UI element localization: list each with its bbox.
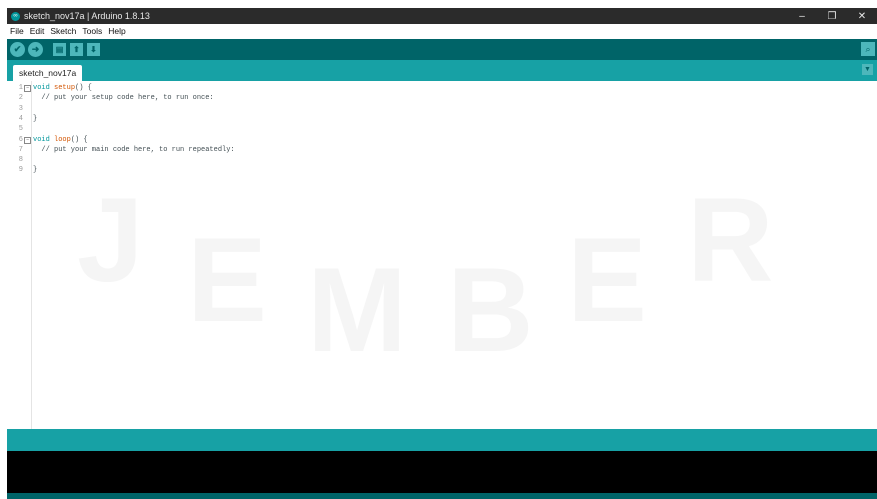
arrow-up-icon: ⬆ xyxy=(73,45,80,54)
watermark-letter: J xyxy=(77,171,144,309)
line-number: 3 xyxy=(18,104,23,113)
open-button[interactable]: ⬆ xyxy=(70,43,83,56)
close-button[interactable]: ✕ xyxy=(847,11,877,22)
watermark-letter: R xyxy=(687,171,774,309)
watermark: J E M B E R xyxy=(47,111,847,431)
code-text: } xyxy=(33,166,38,175)
menu-edit[interactable]: Edit xyxy=(27,26,48,36)
tab-sketch[interactable]: sketch_nov17a xyxy=(13,65,83,81)
line-number: 5 xyxy=(18,125,23,134)
watermark-letter: E xyxy=(567,211,647,349)
restore-button[interactable]: ❐ xyxy=(817,11,847,22)
triangle-down-icon: ▼ xyxy=(864,66,871,73)
console-output xyxy=(7,451,877,493)
arrow-down-icon: ⬇ xyxy=(90,45,97,54)
save-button[interactable]: ⬇ xyxy=(87,43,100,56)
line-number: 1 xyxy=(18,84,23,92)
fold-toggle-icon[interactable]: − xyxy=(24,136,31,144)
code-text: // put your setup code here, to run once… xyxy=(33,94,214,103)
tab-bar: sketch_nov17a ▼ xyxy=(7,60,877,81)
menu-help[interactable]: Help xyxy=(105,26,128,36)
line-number: 2 xyxy=(18,94,23,103)
code-text: // put your main code here, to run repea… xyxy=(33,145,235,154)
verify-button[interactable]: ✔ xyxy=(10,42,25,57)
serial-monitor-button[interactable]: ⌕ xyxy=(861,42,875,56)
toolbar: ✔ ➜ ▤ ⬆ ⬇ ⌕ xyxy=(7,39,877,60)
status-bar xyxy=(7,429,877,451)
code-text: } xyxy=(33,114,38,123)
footer-bar xyxy=(7,493,877,499)
new-file-icon: ▤ xyxy=(55,45,64,54)
line-number: 4 xyxy=(18,114,23,123)
window-title: sketch_nov17a | Arduino 1.8.13 xyxy=(24,11,150,21)
minimize-button[interactable]: – xyxy=(787,11,817,22)
line-number: 6 xyxy=(18,135,23,144)
new-button[interactable]: ▤ xyxy=(53,43,66,56)
menu-sketch[interactable]: Sketch xyxy=(47,26,79,36)
watermark-letter: E xyxy=(187,211,267,349)
line-number: 8 xyxy=(18,156,23,165)
line-number: 7 xyxy=(18,145,23,154)
menu-file[interactable]: File xyxy=(7,26,27,36)
arrow-right-icon: ➜ xyxy=(31,44,40,54)
menu-tools[interactable]: Tools xyxy=(79,26,105,36)
arduino-logo-icon: ∞ xyxy=(11,11,20,21)
check-icon: ✔ xyxy=(13,44,22,54)
watermark-letter: B xyxy=(447,241,534,379)
watermark-letter: M xyxy=(307,241,407,379)
code-editor[interactable]: J E M B E R 1−void setup() {2 // put you… xyxy=(7,81,877,429)
line-number: 9 xyxy=(18,166,23,175)
title-bar: ∞ sketch_nov17a | Arduino 1.8.13 – ❐ ✕ xyxy=(7,8,877,24)
code-text: void loop() { xyxy=(33,135,88,144)
magnifier-icon: ⌕ xyxy=(865,43,871,54)
fold-toggle-icon[interactable]: − xyxy=(24,85,31,92)
tab-menu-button[interactable]: ▼ xyxy=(862,64,873,75)
code-text: void setup() { xyxy=(33,84,92,92)
upload-button[interactable]: ➜ xyxy=(28,42,43,57)
menu-bar: File Edit Sketch Tools Help xyxy=(7,24,877,38)
